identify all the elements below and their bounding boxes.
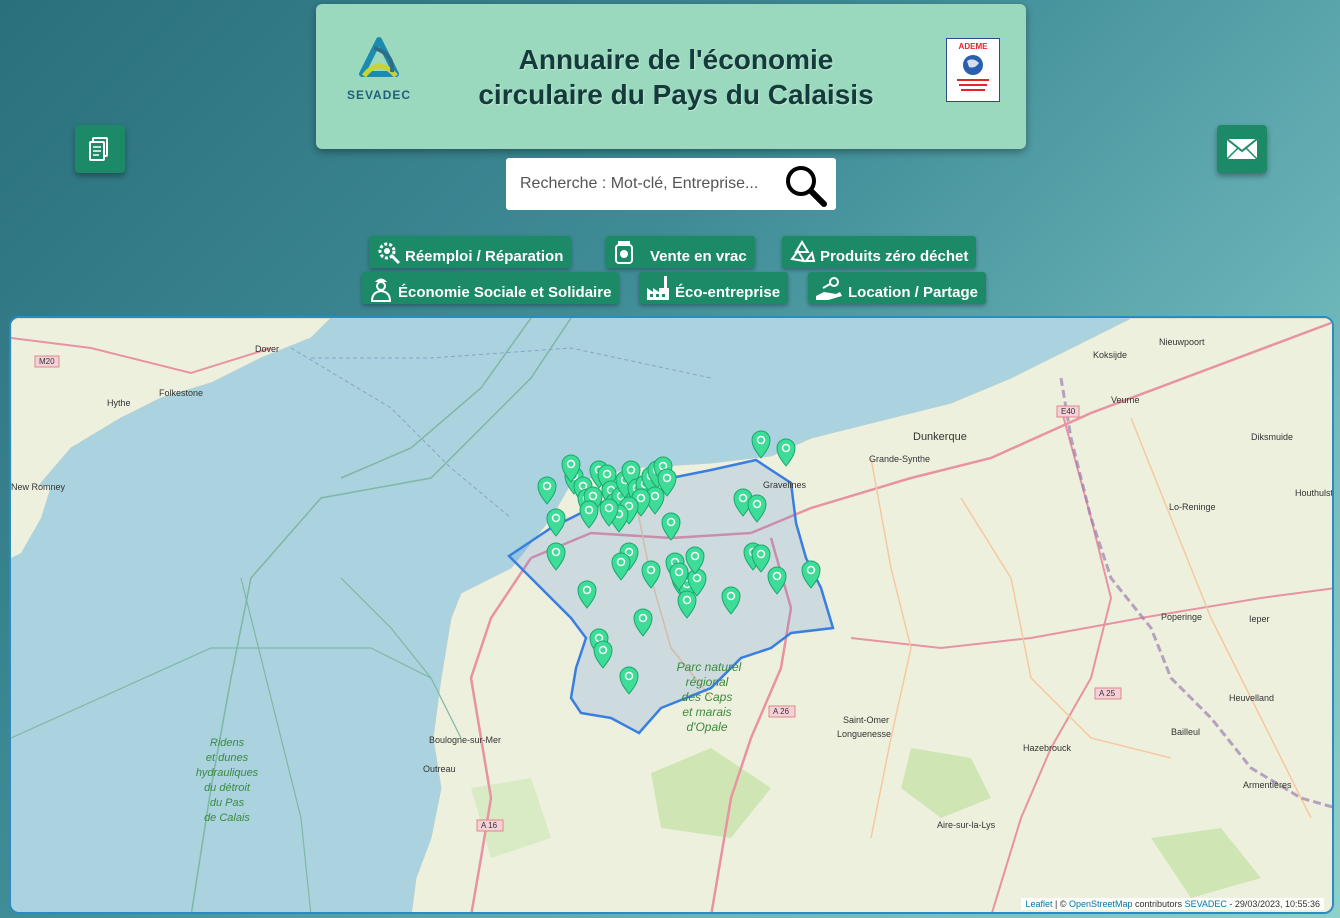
worker-icon <box>370 278 392 302</box>
england-coast <box>11 318 332 534</box>
title-line-2: circulaire du Pays du Calaisis <box>478 79 874 110</box>
leaflet-link[interactable]: Leaflet <box>1025 899 1052 909</box>
envelope-icon <box>1226 138 1258 160</box>
jar-icon <box>615 241 633 264</box>
road-label: E40 <box>1061 407 1076 416</box>
park-label-line: des Caps <box>682 690 733 704</box>
osm-link[interactable]: OpenStreetMap <box>1069 899 1133 909</box>
place-label: Ieper <box>1249 614 1270 624</box>
park-label-line: Parc naturel <box>677 660 742 674</box>
park-label-line: et marais <box>682 705 731 719</box>
document-list-icon <box>89 137 108 161</box>
sea-label-line: et dunes <box>206 752 249 764</box>
place-label: Gravelines <box>763 480 807 490</box>
place-label: Lo-Reninge <box>1169 502 1216 512</box>
category-label: Produits zéro déchet <box>820 247 969 265</box>
road-label: M20 <box>39 357 55 366</box>
attribution-date: - 29/03/2023, 10:55:36 <box>1226 899 1320 909</box>
park-label-line: d'Opale <box>687 720 728 734</box>
sea-label-line: Ridens <box>210 737 245 749</box>
attribution-contrib: contributors <box>1132 899 1185 909</box>
place-label: Boulogne-sur-Mer <box>429 735 501 745</box>
place-label: Koksijde <box>1093 350 1127 360</box>
map-marker[interactable] <box>751 430 771 459</box>
map-container[interactable]: Dover Folkestone Hythe New Romney Dunker… <box>9 316 1334 914</box>
page-title: Annuaire de l'économie circulaire du Pay… <box>446 42 906 112</box>
place-label: Hazebrouck <box>1023 743 1072 753</box>
place-label: Dunkerque <box>913 431 967 443</box>
road-label: A 25 <box>1099 689 1116 698</box>
factory-icon <box>647 276 669 300</box>
place-label: Outreau <box>423 764 456 774</box>
map-attribution: Leaflet | © OpenStreetMap contributors S… <box>1021 898 1324 910</box>
category-eco-entreprise-button[interactable]: Éco-entreprise <box>639 272 789 304</box>
repair-gear-icon <box>378 242 401 265</box>
search-bar <box>506 158 836 210</box>
england-low <box>11 486 51 558</box>
map-marker[interactable] <box>537 476 557 505</box>
category-reemploi-button[interactable]: Réemploi / Réparation <box>369 236 572 268</box>
place-label: Houthulst <box>1295 488 1334 498</box>
sea-label-line: du Pas <box>210 797 245 809</box>
documents-button[interactable] <box>75 125 125 173</box>
category-zero-dechet-button[interactable]: Produits zéro déchet <box>782 236 977 268</box>
category-label: Vente en vrac <box>650 247 747 265</box>
category-label: Éco-entreprise <box>675 283 781 301</box>
place-label: Hythe <box>107 398 131 408</box>
sevadec-logo: SEVADEC <box>344 36 414 104</box>
category-label: Location / Partage <box>848 283 979 301</box>
place-label: Bailleul <box>1171 727 1200 737</box>
sevadec-link[interactable]: SEVADEC <box>1185 899 1227 909</box>
header-card: SEVADEC Annuaire de l'économie circulair… <box>316 4 1026 149</box>
sevadec-logo-text: SEVADEC <box>346 88 412 102</box>
title-line-1: Annuaire de l'économie <box>518 44 834 75</box>
place-label: Heuvelland <box>1229 693 1274 703</box>
park-label-line: régional <box>686 675 729 689</box>
place-label: Folkestone <box>159 388 203 398</box>
place-label: Nieuwpoort <box>1159 337 1205 347</box>
place-label: Veurne <box>1111 395 1140 405</box>
place-label: New Romney <box>11 482 66 492</box>
attribution-sep: | © <box>1052 899 1069 909</box>
category-vrac-button[interactable]: Vente en vrac <box>606 236 755 268</box>
category-location-button[interactable]: Location / Partage <box>808 272 987 304</box>
place-label: Saint-Omer <box>843 715 889 725</box>
category-ess-button[interactable]: Économie Sociale et Solidaire <box>362 272 620 304</box>
place-label: Grande-Synthe <box>869 454 930 464</box>
place-label: Poperinge <box>1161 612 1202 622</box>
sea-label-line: hydrauliques <box>196 767 259 779</box>
category-label: Économie Sociale et Solidaire <box>398 283 612 301</box>
sea-label-line: de Calais <box>204 812 250 824</box>
ademe-logo: ADEME <box>946 38 1000 102</box>
recycle-icon <box>790 240 816 263</box>
place-label: Aire-sur-la-Lys <box>937 820 996 830</box>
place-label: Dover <box>255 344 279 354</box>
contact-button[interactable] <box>1217 125 1267 173</box>
place-label: Diksmuide <box>1251 432 1293 442</box>
sea-label: Ridens et dunes hydrauliques du détroit … <box>196 737 259 824</box>
hand-key-icon <box>816 277 842 300</box>
search-input[interactable] <box>518 168 777 200</box>
search-icon[interactable] <box>780 160 830 210</box>
ademe-logo-text: ADEME <box>958 42 988 51</box>
place-label: Armentières <box>1243 780 1292 790</box>
category-label: Réemploi / Réparation <box>405 247 564 265</box>
place-label: Longuenesse <box>837 729 891 739</box>
sea-label-line: du détroit <box>204 782 251 794</box>
road-label: A 26 <box>773 707 790 716</box>
road-label: A 16 <box>481 821 498 830</box>
map-canvas[interactable]: Dover Folkestone Hythe New Romney Dunker… <box>11 318 1334 914</box>
